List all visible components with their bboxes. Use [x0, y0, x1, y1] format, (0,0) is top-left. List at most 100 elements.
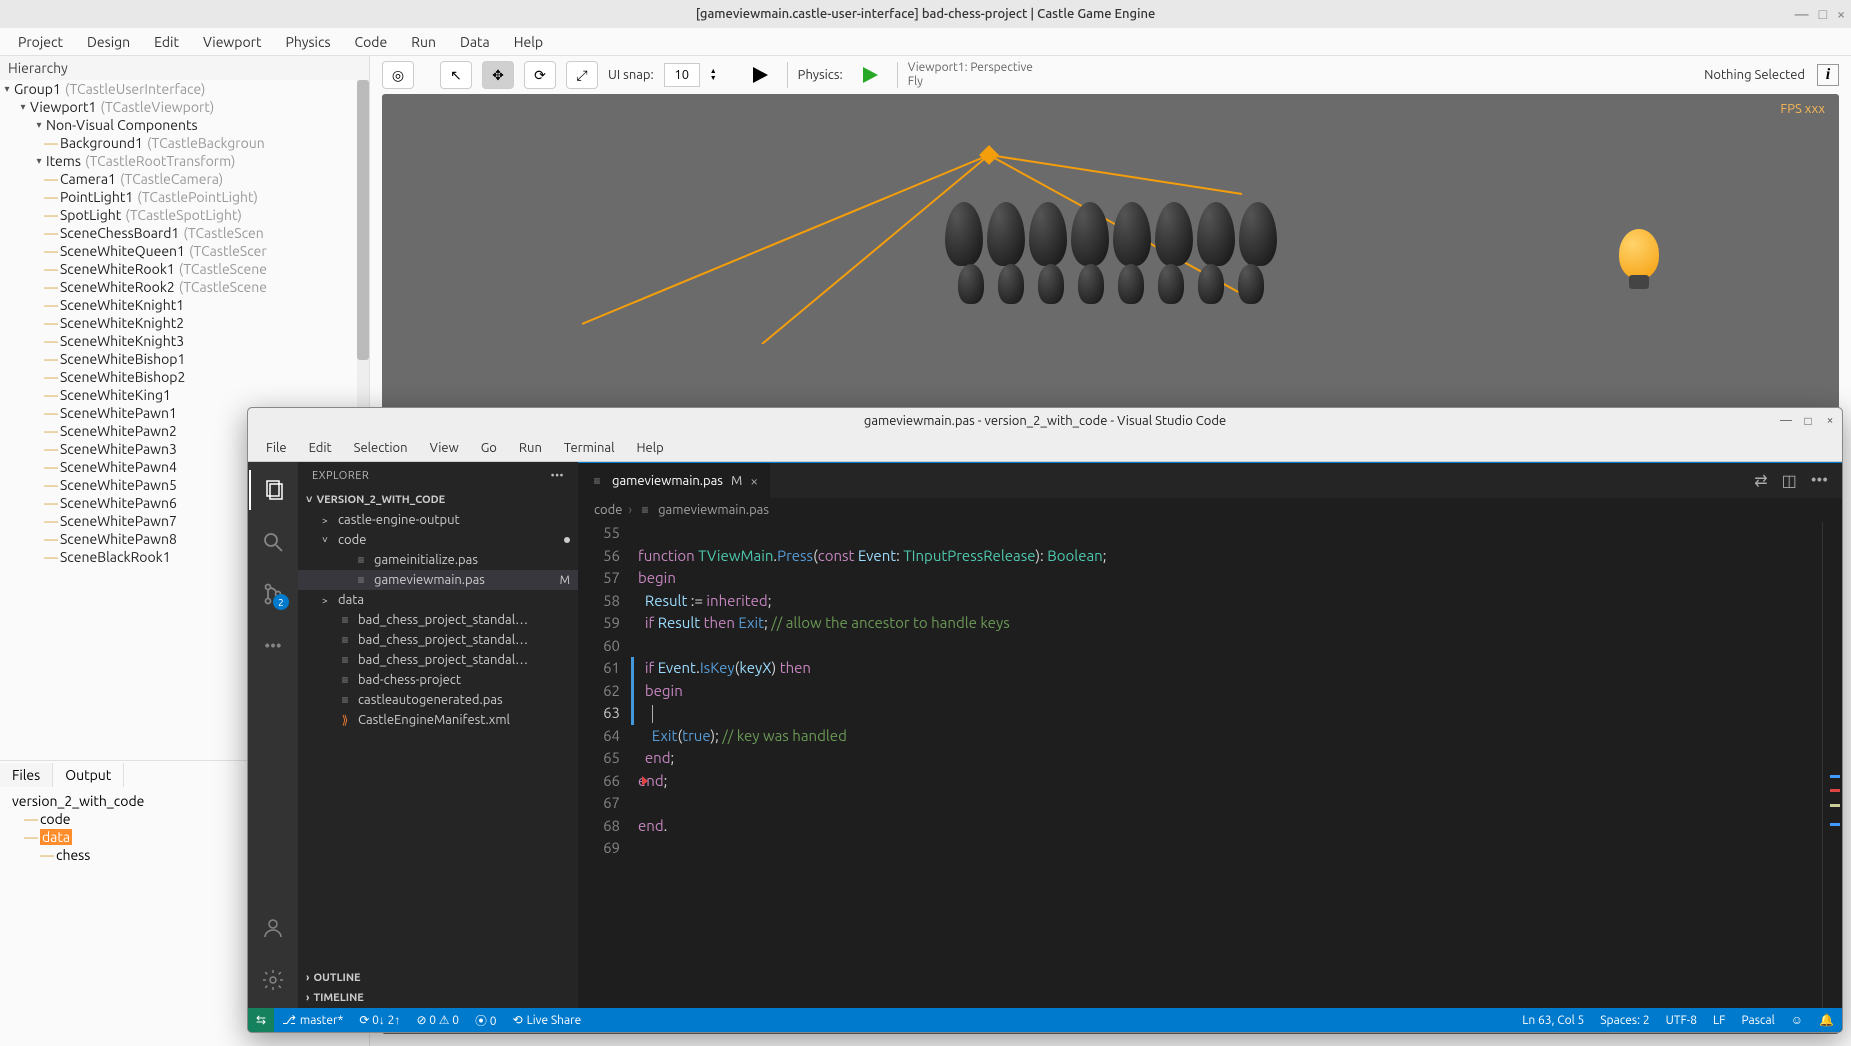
hierarchy-item[interactable]: —Camera1(TCastleCamera): [0, 170, 369, 188]
activity-search-icon[interactable]: [249, 522, 297, 562]
menu-design[interactable]: Design: [77, 32, 140, 52]
explorer-file-item[interactable]: ≡castleautogenerated.pas: [298, 690, 578, 710]
menu-code[interactable]: Code: [345, 32, 398, 52]
hierarchy-item[interactable]: ▾Viewport1(TCastleViewport): [0, 98, 369, 116]
eol-status[interactable]: LF: [1705, 1013, 1733, 1027]
vsc-menu-edit[interactable]: Edit: [299, 439, 342, 457]
hierarchy-item[interactable]: —SceneWhiteBishop1: [0, 350, 369, 368]
hierarchy-item[interactable]: —SceneWhiteRook1(TCastleScene: [0, 260, 369, 278]
vsc-menu-help[interactable]: Help: [626, 439, 673, 457]
close-button[interactable]: ×: [1837, 6, 1845, 22]
activity-explorer-icon[interactable]: [249, 470, 297, 510]
compare-changes-icon[interactable]: ⇄: [1754, 471, 1767, 490]
menu-viewport[interactable]: Viewport: [193, 32, 272, 52]
physics-play-button[interactable]: [853, 61, 887, 89]
activity-settings-icon[interactable]: [249, 960, 297, 1000]
scrollbar-thumb[interactable]: [357, 80, 369, 360]
vsc-menu-view[interactable]: View: [420, 439, 469, 457]
tab-output[interactable]: Output: [53, 763, 124, 787]
explorer-file-item[interactable]: ≡bad_chess_project_standal…: [298, 610, 578, 630]
menu-project[interactable]: Project: [8, 32, 73, 52]
file-explorer[interactable]: >castle-engine-output˅code≡gameinitializ…: [298, 510, 578, 968]
feedback-icon[interactable]: ☺: [1783, 1013, 1811, 1027]
explorer-file-item[interactable]: ≡gameinitialize.pas: [298, 550, 578, 570]
liveshare-status[interactable]: ⟲Live Share: [505, 1013, 590, 1027]
language-mode[interactable]: Pascal: [1733, 1013, 1782, 1027]
hierarchy-item[interactable]: —SpotLight(TCastleSpotLight): [0, 206, 369, 224]
vsc-maximize-button[interactable]: □: [1800, 414, 1816, 428]
remote-indicator[interactable]: ⇆: [248, 1008, 274, 1032]
editor-tab[interactable]: ≡ gameviewmain.pas M ×: [578, 463, 770, 499]
hierarchy-item[interactable]: —SceneWhiteQueen1(TCastleScer: [0, 242, 369, 260]
vsc-menu-terminal[interactable]: Terminal: [554, 439, 625, 457]
minimap-scrollbar[interactable]: [1822, 522, 1842, 1008]
tool-move-icon[interactable]: ✥: [482, 61, 514, 89]
hierarchy-item[interactable]: ▾Items(TCastleRootTransform): [0, 152, 369, 170]
uisnap-input[interactable]: [664, 63, 700, 87]
hierarchy-item[interactable]: ▾Group1(TCastleUserInterface): [0, 80, 369, 98]
explorer-more-icon[interactable]: •••: [551, 470, 564, 482]
outline-section[interactable]: ›OUTLINE: [298, 968, 578, 988]
hierarchy-item[interactable]: —PointLight1(TCastlePointLight): [0, 188, 369, 206]
indentation-status[interactable]: Spaces: 2: [1592, 1013, 1657, 1027]
minimize-button[interactable]: —: [1795, 6, 1809, 22]
breadcrumb[interactable]: code › ≡ gameviewmain.pas: [578, 498, 1842, 522]
hierarchy-item[interactable]: —SceneWhiteKing1: [0, 386, 369, 404]
menu-run[interactable]: Run: [401, 32, 446, 52]
menu-help[interactable]: Help: [504, 32, 553, 52]
hierarchy-item[interactable]: —SceneWhiteKnight2: [0, 314, 369, 332]
vsc-minimize-button[interactable]: —: [1778, 414, 1794, 428]
hierarchy-item[interactable]: —SceneWhiteBishop2: [0, 368, 369, 386]
tool-scale-icon[interactable]: ⤢: [566, 61, 598, 89]
git-branch[interactable]: ⎇master*: [274, 1013, 351, 1027]
more-actions-icon[interactable]: •••: [1811, 471, 1828, 490]
problems-status[interactable]: ⊘ 0 ⚠ 0: [408, 1013, 467, 1027]
hierarchy-item[interactable]: —SceneWhiteRook2(TCastleScene: [0, 278, 369, 296]
tool-select-icon[interactable]: ↖: [440, 61, 472, 89]
code-content[interactable]: function TViewMain.Press(const Event: TI…: [638, 522, 1822, 1008]
breadcrumb-file[interactable]: gameviewmain.pas: [658, 503, 769, 517]
hierarchy-item[interactable]: —Background1(TCastleBackgroun: [0, 134, 369, 152]
vsc-close-button[interactable]: ×: [1822, 414, 1838, 428]
tool-toggle-icon[interactable]: ◎: [382, 61, 414, 89]
timeline-section[interactable]: ›TIMELINE: [298, 988, 578, 1008]
play-button[interactable]: [743, 61, 777, 89]
hierarchy-item[interactable]: —SceneWhiteKnight3: [0, 332, 369, 350]
tab-files[interactable]: Files: [0, 763, 53, 787]
menu-data[interactable]: Data: [450, 32, 500, 52]
explorer-file-item[interactable]: ≡bad_chess_project_standal…: [298, 650, 578, 670]
hierarchy-item[interactable]: —SceneWhiteKnight1: [0, 296, 369, 314]
code-editor[interactable]: 555657585960616263646566676869 function …: [578, 522, 1842, 1008]
hierarchy-item[interactable]: —SceneChessBoard1(TCastleScen: [0, 224, 369, 242]
split-editor-icon[interactable]: ◫: [1782, 471, 1797, 490]
activity-more-icon[interactable]: •••: [249, 626, 297, 666]
explorer-file-item[interactable]: >data: [298, 590, 578, 610]
explorer-file-item[interactable]: >castle-engine-output: [298, 510, 578, 530]
explorer-file-item[interactable]: ⟫CastleEngineManifest.xml: [298, 710, 578, 730]
tool-rotate-icon[interactable]: ⟳: [524, 61, 556, 89]
activity-account-icon[interactable]: [249, 908, 297, 948]
explorer-file-item[interactable]: ˅code: [298, 530, 578, 550]
explorer-file-item[interactable]: ≡gameviewmain.pasM: [298, 570, 578, 590]
menu-edit[interactable]: Edit: [144, 32, 189, 52]
encoding-status[interactable]: UTF-8: [1658, 1013, 1705, 1027]
cursor-position[interactable]: Ln 63, Col 5: [1514, 1013, 1592, 1027]
hierarchy-item[interactable]: ▾Non-Visual Components: [0, 116, 369, 134]
tab-close-icon[interactable]: ×: [750, 473, 758, 489]
activity-git-icon[interactable]: 2: [249, 574, 297, 614]
breadcrumb-folder[interactable]: code: [594, 503, 622, 517]
maximize-button[interactable]: □: [1819, 6, 1827, 22]
git-sync-status[interactable]: ⟳ 0↓ 2↑: [351, 1013, 408, 1027]
notifications-icon[interactable]: 🔔: [1811, 1013, 1842, 1027]
radio-status[interactable]: ⦿ 0: [467, 1012, 505, 1029]
spinner-down-icon[interactable]: ▼: [710, 75, 717, 82]
vsc-menu-go[interactable]: Go: [471, 439, 507, 457]
menu-physics[interactable]: Physics: [276, 32, 341, 52]
explorer-file-item[interactable]: ≡bad-chess-project: [298, 670, 578, 690]
info-icon[interactable]: i: [1817, 64, 1839, 86]
vsc-menu-selection[interactable]: Selection: [344, 439, 418, 457]
workspace-header[interactable]: ˅VERSION_2_WITH_CODE: [298, 490, 578, 510]
vsc-menu-file[interactable]: File: [256, 439, 297, 457]
vsc-menu-run[interactable]: Run: [509, 439, 552, 457]
explorer-file-item[interactable]: ≡bad_chess_project_standal…: [298, 630, 578, 650]
